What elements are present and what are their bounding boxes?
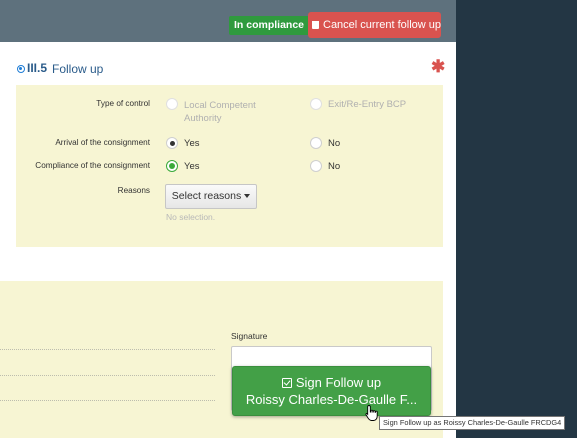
- divider-line: [0, 349, 215, 350]
- divider-line: [0, 400, 215, 401]
- section-radio-icon: [17, 65, 25, 73]
- type-local-authority-line1: Local Competent: [184, 100, 256, 111]
- right-dark-background: [456, 0, 577, 438]
- type-exit-bcp-label: Exit/Re-Entry BCP: [328, 99, 407, 110]
- type-local-authority-label: Local Competent Authority: [184, 99, 256, 125]
- compliance-yes-radio[interactable]: [166, 160, 178, 172]
- section-number: III.5: [27, 61, 48, 75]
- arrival-label: Arrival of the consignment: [55, 138, 150, 147]
- arrival-no-radio[interactable]: [310, 137, 322, 149]
- compliance-no-label: No: [328, 161, 341, 172]
- type-local-authority-line2: Authority: [184, 113, 222, 124]
- checkbox-check-icon: [281, 378, 292, 388]
- sign-follow-up-button[interactable]: Sign Follow up Roissy Charles-De-Gaulle …: [232, 366, 431, 416]
- select-reasons-label: Select reasons: [171, 190, 242, 202]
- select-reasons-button[interactable]: Select reasons: [165, 184, 257, 209]
- type-local-authority-radio[interactable]: [166, 98, 178, 110]
- cancel-follow-up-label: Cancel current follow up: [323, 19, 442, 31]
- compliance-yes-label: Yes: [184, 161, 200, 172]
- trash-icon: [312, 21, 319, 29]
- reasons-empty-text: No selection.: [166, 212, 216, 222]
- compliance-label: Compliance of the consignment: [35, 161, 150, 170]
- compliance-status-badge: In compliance: [229, 16, 310, 35]
- required-asterisk-icon: ✱: [431, 57, 446, 76]
- signature-label: Signature: [231, 331, 268, 341]
- sign-follow-up-location: Roissy Charles-De-Gaulle F...: [245, 392, 418, 407]
- type-of-control-label: Type of control: [96, 99, 150, 108]
- sign-follow-up-label: Sign Follow up: [295, 375, 382, 390]
- divider-line: [0, 375, 215, 376]
- cancel-follow-up-button[interactable]: Cancel current follow up: [308, 12, 441, 38]
- arrival-yes-radio[interactable]: [166, 137, 178, 149]
- action-bar: In compliance Cancel current follow up: [0, 0, 456, 42]
- sign-tooltip: Sign Follow up as Roissy Charles-De-Gaul…: [379, 416, 566, 430]
- arrival-no-label: No: [328, 138, 341, 149]
- type-exit-bcp-radio[interactable]: [310, 98, 322, 110]
- section-title: Follow up: [52, 62, 104, 76]
- compliance-no-radio[interactable]: [310, 160, 322, 172]
- arrival-yes-label: Yes: [184, 138, 200, 149]
- reasons-label: Reasons: [117, 186, 150, 195]
- caret-down-icon: [244, 194, 251, 198]
